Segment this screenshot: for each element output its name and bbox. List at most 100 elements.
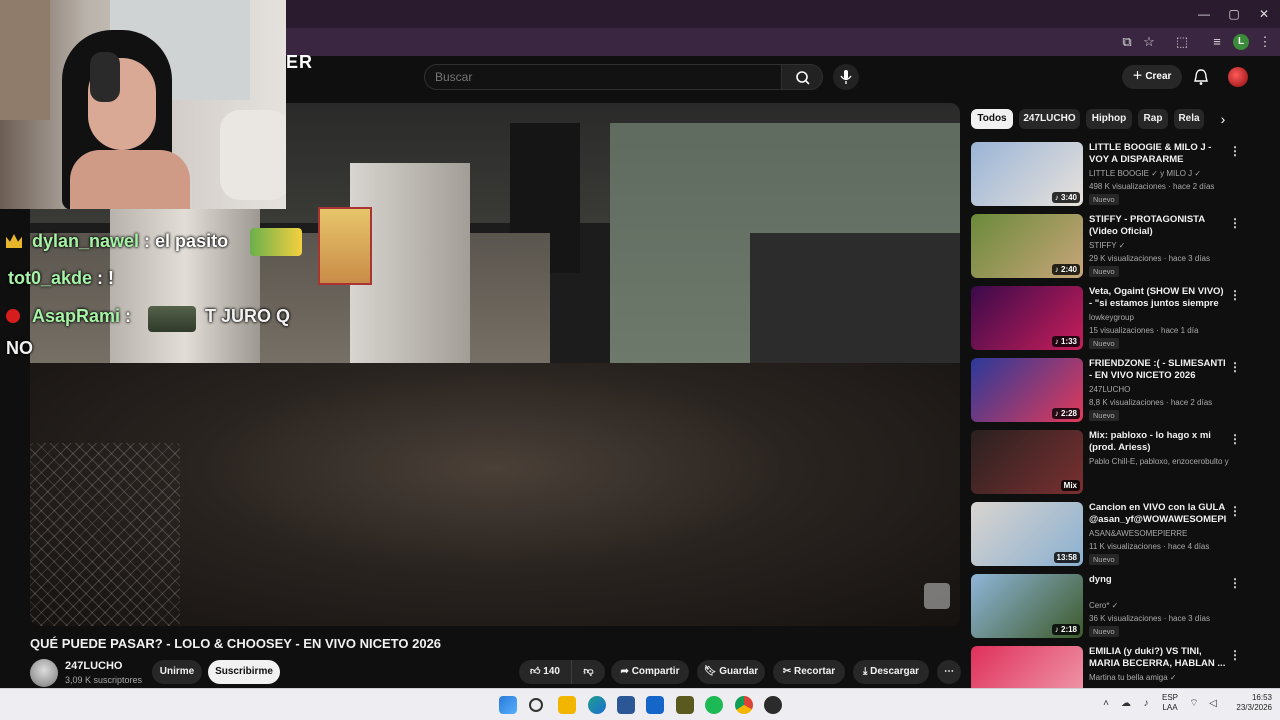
more-vert-icon[interactable]: ⋮ [1229,360,1241,374]
recommendation-title: Cancion en VIVO con la GULA @asan_yf@WOW… [1089,502,1227,525]
recommendation-channel[interactable]: Cero* ✓ [1089,601,1229,610]
video-thumbnail[interactable]: ♪ 2:40 [971,214,1083,278]
video-title: QUÉ PUEDE PASAR? - LOLO & CHOOSEY - EN V… [30,636,442,651]
recommendation-channel[interactable]: Martina tu bella amiga ✓ [1089,673,1229,682]
download-button[interactable]: ⤓ Descargar [853,660,929,684]
more-vert-icon[interactable]: ⋮ [1229,432,1241,446]
cloud-icon[interactable]: ☁ [1120,698,1132,710]
file-explorer-icon[interactable] [558,696,576,714]
search-icon[interactable] [529,698,543,712]
more-vert-icon[interactable]: ⋮ [1229,288,1241,302]
clip-button[interactable]: ✂ Recortar [773,660,845,684]
plus-icon: ＋ [1132,71,1146,82]
browser-menu-icon[interactable]: ⋮ [1256,33,1274,51]
chat-username: dylan_nawel [32,231,140,251]
save-button[interactable]: 🔖︎ Guardar [697,660,765,684]
recommendation-title: STIFFY - PROTAGONISTA (Video Oficial) [1089,214,1205,237]
recommendation-item[interactable]: ♪ 3:40 LITTLE BOOGIE & MILO J - VOY A DIS… [971,142,1251,210]
extensions-icon[interactable]: ⬚ [1173,33,1191,51]
more-vert-icon[interactable]: ⋮ [1229,648,1241,662]
search-input[interactable] [425,65,781,89]
recommendation-meta: 8,8 K visualizaciones · hace 2 días [1089,398,1213,407]
video-thumbnail[interactable]: 13:58 [971,502,1083,566]
wifi-icon[interactable]: ⌔ [1188,698,1200,710]
more-vert-icon[interactable]: ⋮ [1229,144,1241,158]
video-thumbnail[interactable]: ♪ 1:33 [971,286,1083,350]
more-vert-icon[interactable]: ⋮ [1229,216,1241,230]
recommendation-item[interactable]: ♪ 2:28 FRIENDZONE :( - SLIMESANTI - EN VI… [971,358,1251,426]
recommendation-item[interactable]: 13:58 Cancion en VIVO con la GULA @asan_y… [971,502,1251,570]
chevron-up-icon[interactable]: ˄ [1100,698,1112,710]
language-indicator[interactable]: ESP LAA [1162,693,1178,713]
chevron-right-icon[interactable]: › [1213,109,1233,129]
subscribe-button[interactable]: Suscribirme [208,660,280,684]
minimize-icon[interactable]: — [1196,6,1212,22]
save-label: Guardar [719,666,759,677]
chip-rap[interactable]: Rap [1138,109,1168,129]
recommendation-meta: 36 K visualizaciones · hace 3 días [1089,614,1210,623]
recommendation-channel[interactable]: LITTLE BOOGIE ✓ y MILO J ✓ [1089,169,1229,178]
obs-icon[interactable] [764,696,782,714]
share-button[interactable]: ➦ Compartir [611,660,689,684]
channel-avatar[interactable] [30,659,58,687]
video-thumbnail[interactable]: ♪ 2:28 [971,358,1083,422]
search-button[interactable] [781,64,823,90]
channel-name[interactable]: 247LUCHO [65,660,122,672]
more-vert-icon[interactable]: ⋮ [1229,576,1241,590]
media-icon[interactable]: ≡ [1208,33,1226,51]
edge-icon[interactable] [588,696,606,714]
duration-badge: ♪ 1:33 [1051,336,1080,347]
video-thumbnail[interactable]: ♪ 2:18 [971,574,1083,638]
chip-rela[interactable]: Rela [1174,109,1204,129]
video-scene-poster [318,207,372,285]
video-thumbnail[interactable]: Mix [971,430,1083,494]
recommendation-item[interactable]: ♪ 2:40 STIFFY - PROTAGONISTA (Video Ofici… [971,214,1251,282]
chip-hiphop[interactable]: Hiphop [1086,109,1132,129]
chip-247lucho[interactable]: 247LUCHO [1019,109,1080,129]
recommendation-title: Mix: pabloxo - lo hago x mi (prod. Aries… [1089,430,1211,453]
recommendation-item[interactable]: Mix Mix: pabloxo - lo hago x mi (prod. Ar… [971,430,1251,498]
chrome-icon[interactable] [735,696,753,714]
share-label: Compartir [631,666,680,677]
mic-tray-icon[interactable]: ♪ [1140,698,1152,710]
account-avatar[interactable] [1228,67,1248,87]
star-icon[interactable]: ☆ [1140,33,1158,51]
like-button[interactable]: 👍︎ 140 [519,660,571,684]
windows-start-icon[interactable] [499,696,517,714]
more-vert-icon[interactable]: ⋮ [1229,504,1241,518]
chat-separator: : [92,268,109,288]
new-badge: Nuevo [1089,338,1119,349]
spotify-icon[interactable] [705,696,723,714]
recommendation-item[interactable]: ♪ 1:33 Veta, Ogaint (SHOW EN VIVO) - "si … [971,286,1251,354]
download-label: Descargar [870,666,920,677]
recommendation-channel[interactable]: 247LUCHO [1089,385,1229,394]
profile-icon[interactable]: L [1233,34,1249,50]
clock[interactable]: 16:53 23/3/2026 [1226,693,1272,713]
volume-icon[interactable]: ◁ [1207,698,1219,710]
more-icon: ⋯ [944,666,954,677]
cast-icon[interactable]: ⧉ [1118,33,1136,51]
photos-icon[interactable] [676,696,694,714]
voice-search-button[interactable] [833,64,859,90]
miniplayer-icon[interactable] [924,583,950,609]
create-button[interactable]: ＋ Crear [1122,65,1182,89]
recommendation-meta: 11 K visualizaciones · hace 4 días [1089,542,1210,551]
recommendation-channel[interactable]: lowkeygroup [1089,313,1229,322]
chip-todos[interactable]: Todos [971,109,1013,129]
restore-icon[interactable]: ▢ [1226,6,1242,22]
search-box[interactable] [424,64,782,90]
chat-username: tot0_akde [8,268,93,288]
close-icon[interactable]: ✕ [1256,6,1272,22]
webcam-person-body [70,150,190,209]
recommendation-channel[interactable]: ASAN&AWESOMEPIERRE [1089,529,1229,538]
recommendation-channel[interactable]: STIFFY ✓ [1089,241,1229,250]
outlook-icon[interactable] [646,696,664,714]
notifications-button[interactable] [1192,68,1210,86]
recommendation-item[interactable]: ♪ 2:18 dyng Cero* ✓ 36 K visualizaciones · … [971,574,1251,642]
recommendation-channel[interactable]: Pablo Chill-E, pabloxo, enzocerobulto y … [1089,457,1229,466]
join-button[interactable]: Unirme [152,660,202,684]
dislike-button[interactable]: 👎︎ [571,660,605,684]
store-icon[interactable] [617,696,635,714]
more-actions-button[interactable]: ⋯ [937,660,961,684]
video-thumbnail[interactable]: ♪ 3:40 [971,142,1083,206]
